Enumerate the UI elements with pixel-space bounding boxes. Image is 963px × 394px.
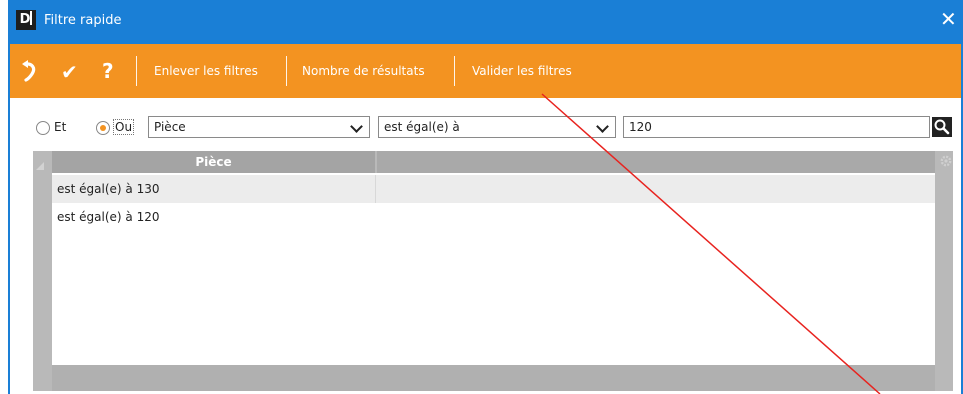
annotation-arrow-line <box>541 93 881 394</box>
